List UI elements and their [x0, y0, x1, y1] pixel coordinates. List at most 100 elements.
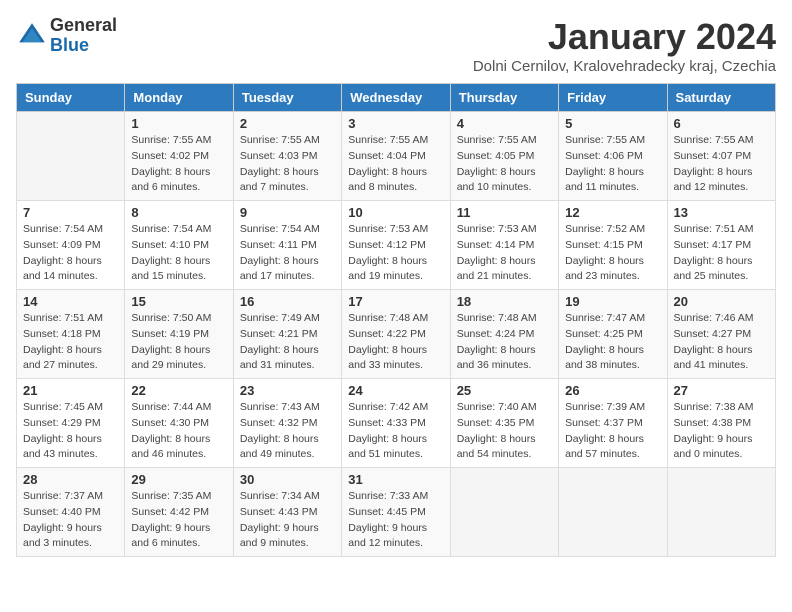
day-number: 14	[23, 294, 118, 309]
day-info: Sunrise: 7:52 AMSunset: 4:15 PMDaylight:…	[565, 222, 660, 285]
day-number: 18	[457, 294, 552, 309]
calendar-header-row: SundayMondayTuesdayWednesdayThursdayFrid…	[17, 84, 776, 112]
calendar-cell: 23 Sunrise: 7:43 AMSunset: 4:32 PMDayligh…	[233, 379, 341, 468]
day-number: 31	[348, 472, 443, 487]
day-info: Sunrise: 7:53 AMSunset: 4:12 PMDaylight:…	[348, 222, 443, 285]
logo-text: General Blue	[50, 16, 117, 56]
header-wednesday: Wednesday	[342, 84, 450, 112]
day-number: 11	[457, 205, 552, 220]
calendar-cell: 31 Sunrise: 7:33 AMSunset: 4:45 PMDayligh…	[342, 468, 450, 557]
day-info: Sunrise: 7:50 AMSunset: 4:19 PMDaylight:…	[131, 311, 226, 374]
day-info: Sunrise: 7:55 AMSunset: 4:03 PMDaylight:…	[240, 133, 335, 196]
calendar-cell	[17, 112, 125, 201]
calendar-cell: 25Sunrise: 7:40 AMSunset: 4:35 PMDayligh…	[450, 379, 558, 468]
header-sunday: Sunday	[17, 84, 125, 112]
calendar-cell	[667, 468, 775, 557]
logo-general-text: General	[50, 16, 117, 36]
calendar-cell	[559, 468, 667, 557]
header-thursday: Thursday	[450, 84, 558, 112]
calendar-week-row: 28Sunrise: 7:37 AMSunset: 4:40 PMDayligh…	[17, 468, 776, 557]
day-number: 2	[240, 116, 335, 131]
calendar-cell: 17Sunrise: 7:48 AMSunset: 4:22 PMDayligh…	[342, 290, 450, 379]
calendar-cell: 1 Sunrise: 7:55 AMSunset: 4:02 PMDaylight…	[125, 112, 233, 201]
day-number: 10	[348, 205, 443, 220]
day-number: 15	[131, 294, 226, 309]
day-info: Sunrise: 7:39 AMSunset: 4:37 PMDaylight:…	[565, 400, 660, 463]
day-number: 22	[131, 383, 226, 398]
day-info: Sunrise: 7:55 AMSunset: 4:05 PMDaylight:…	[457, 133, 552, 196]
header-friday: Friday	[559, 84, 667, 112]
day-number: 19	[565, 294, 660, 309]
day-info: Sunrise: 7:53 AMSunset: 4:14 PMDaylight:…	[457, 222, 552, 285]
day-number: 29	[131, 472, 226, 487]
day-info: Sunrise: 7:55 AMSunset: 4:07 PMDaylight:…	[674, 133, 769, 196]
calendar-cell: 29Sunrise: 7:35 AMSunset: 4:42 PMDayligh…	[125, 468, 233, 557]
calendar-cell: 28Sunrise: 7:37 AMSunset: 4:40 PMDayligh…	[17, 468, 125, 557]
day-info: Sunrise: 7:46 AMSunset: 4:27 PMDaylight:…	[674, 311, 769, 374]
day-number: 1	[131, 116, 226, 131]
month-title: January 2024	[473, 16, 776, 58]
calendar-cell: 9Sunrise: 7:54 AMSunset: 4:11 PMDaylight…	[233, 201, 341, 290]
day-info: Sunrise: 7:48 AMSunset: 4:24 PMDaylight:…	[457, 311, 552, 374]
day-info: Sunrise: 7:55 AMSunset: 4:02 PMDaylight:…	[131, 133, 226, 196]
header-monday: Monday	[125, 84, 233, 112]
calendar-cell: 16 Sunrise: 7:49 AMSunset: 4:21 PMDayligh…	[233, 290, 341, 379]
day-number: 3	[348, 116, 443, 131]
calendar-cell: 21 Sunrise: 7:45 AMSunset: 4:29 PMDayligh…	[17, 379, 125, 468]
day-info: Sunrise: 7:49 AMSunset: 4:21 PMDaylight:…	[240, 311, 335, 374]
calendar-week-row: 1 Sunrise: 7:55 AMSunset: 4:02 PMDaylight…	[17, 112, 776, 201]
day-info: Sunrise: 7:45 AMSunset: 4:29 PMDaylight:…	[23, 400, 118, 463]
day-number: 20	[674, 294, 769, 309]
day-number: 6	[674, 116, 769, 131]
day-number: 21	[23, 383, 118, 398]
title-section: January 2024 Dolni Cernilov, Kralovehrad…	[473, 16, 776, 75]
day-info: Sunrise: 7:33 AMSunset: 4:45 PMDaylight:…	[348, 489, 443, 552]
day-info: Sunrise: 7:44 AMSunset: 4:30 PMDaylight:…	[131, 400, 226, 463]
calendar-cell: 18 Sunrise: 7:48 AMSunset: 4:24 PMDayligh…	[450, 290, 558, 379]
day-info: Sunrise: 7:54 AMSunset: 4:10 PMDaylight:…	[131, 222, 226, 285]
day-info: Sunrise: 7:43 AMSunset: 4:32 PMDaylight:…	[240, 400, 335, 463]
day-info: Sunrise: 7:51 AMSunset: 4:17 PMDaylight:…	[674, 222, 769, 285]
day-number: 8	[131, 205, 226, 220]
calendar-cell: 30 Sunrise: 7:34 AMSunset: 4:43 PMDayligh…	[233, 468, 341, 557]
day-number: 16	[240, 294, 335, 309]
day-number: 4	[457, 116, 552, 131]
day-info: Sunrise: 7:47 AMSunset: 4:25 PMDaylight:…	[565, 311, 660, 374]
header-tuesday: Tuesday	[233, 84, 341, 112]
day-number: 7	[23, 205, 118, 220]
calendar-week-row: 21 Sunrise: 7:45 AMSunset: 4:29 PMDayligh…	[17, 379, 776, 468]
calendar-week-row: 7 Sunrise: 7:54 AMSunset: 4:09 PMDaylight…	[17, 201, 776, 290]
logo-icon	[16, 20, 48, 52]
day-number: 13	[674, 205, 769, 220]
day-number: 12	[565, 205, 660, 220]
calendar-cell: 2 Sunrise: 7:55 AMSunset: 4:03 PMDaylight…	[233, 112, 341, 201]
calendar-cell: 15 Sunrise: 7:50 AMSunset: 4:19 PMDayligh…	[125, 290, 233, 379]
day-info: Sunrise: 7:51 AMSunset: 4:18 PMDaylight:…	[23, 311, 118, 374]
day-number: 24	[348, 383, 443, 398]
day-info: Sunrise: 7:37 AMSunset: 4:40 PMDaylight:…	[23, 489, 118, 552]
location-text: Dolni Cernilov, Kralovehradecky kraj, Cz…	[473, 58, 776, 75]
day-info: Sunrise: 7:38 AMSunset: 4:38 PMDaylight:…	[674, 400, 769, 463]
logo: General Blue	[16, 16, 117, 56]
day-info: Sunrise: 7:42 AMSunset: 4:33 PMDaylight:…	[348, 400, 443, 463]
day-number: 5	[565, 116, 660, 131]
day-number: 23	[240, 383, 335, 398]
day-number: 30	[240, 472, 335, 487]
calendar-cell: 7 Sunrise: 7:54 AMSunset: 4:09 PMDaylight…	[17, 201, 125, 290]
calendar-cell: 20 Sunrise: 7:46 AMSunset: 4:27 PMDayligh…	[667, 290, 775, 379]
calendar-cell: 11 Sunrise: 7:53 AMSunset: 4:14 PMDayligh…	[450, 201, 558, 290]
calendar-cell: 6 Sunrise: 7:55 AMSunset: 4:07 PMDaylight…	[667, 112, 775, 201]
calendar-cell: 24 Sunrise: 7:42 AMSunset: 4:33 PMDayligh…	[342, 379, 450, 468]
calendar-week-row: 14 Sunrise: 7:51 AMSunset: 4:18 PMDayligh…	[17, 290, 776, 379]
day-number: 17	[348, 294, 443, 309]
calendar-cell: 13 Sunrise: 7:51 AMSunset: 4:17 PMDayligh…	[667, 201, 775, 290]
day-info: Sunrise: 7:34 AMSunset: 4:43 PMDaylight:…	[240, 489, 335, 552]
logo-blue-text: Blue	[50, 36, 117, 56]
calendar-cell: 10 Sunrise: 7:53 AMSunset: 4:12 PMDayligh…	[342, 201, 450, 290]
calendar-cell: 3Sunrise: 7:55 AMSunset: 4:04 PMDaylight…	[342, 112, 450, 201]
calendar-cell: 27Sunrise: 7:38 AMSunset: 4:38 PMDayligh…	[667, 379, 775, 468]
day-info: Sunrise: 7:54 AMSunset: 4:09 PMDaylight:…	[23, 222, 118, 285]
day-info: Sunrise: 7:55 AMSunset: 4:06 PMDaylight:…	[565, 133, 660, 196]
calendar-cell: 5 Sunrise: 7:55 AMSunset: 4:06 PMDaylight…	[559, 112, 667, 201]
calendar-cell: 26Sunrise: 7:39 AMSunset: 4:37 PMDayligh…	[559, 379, 667, 468]
